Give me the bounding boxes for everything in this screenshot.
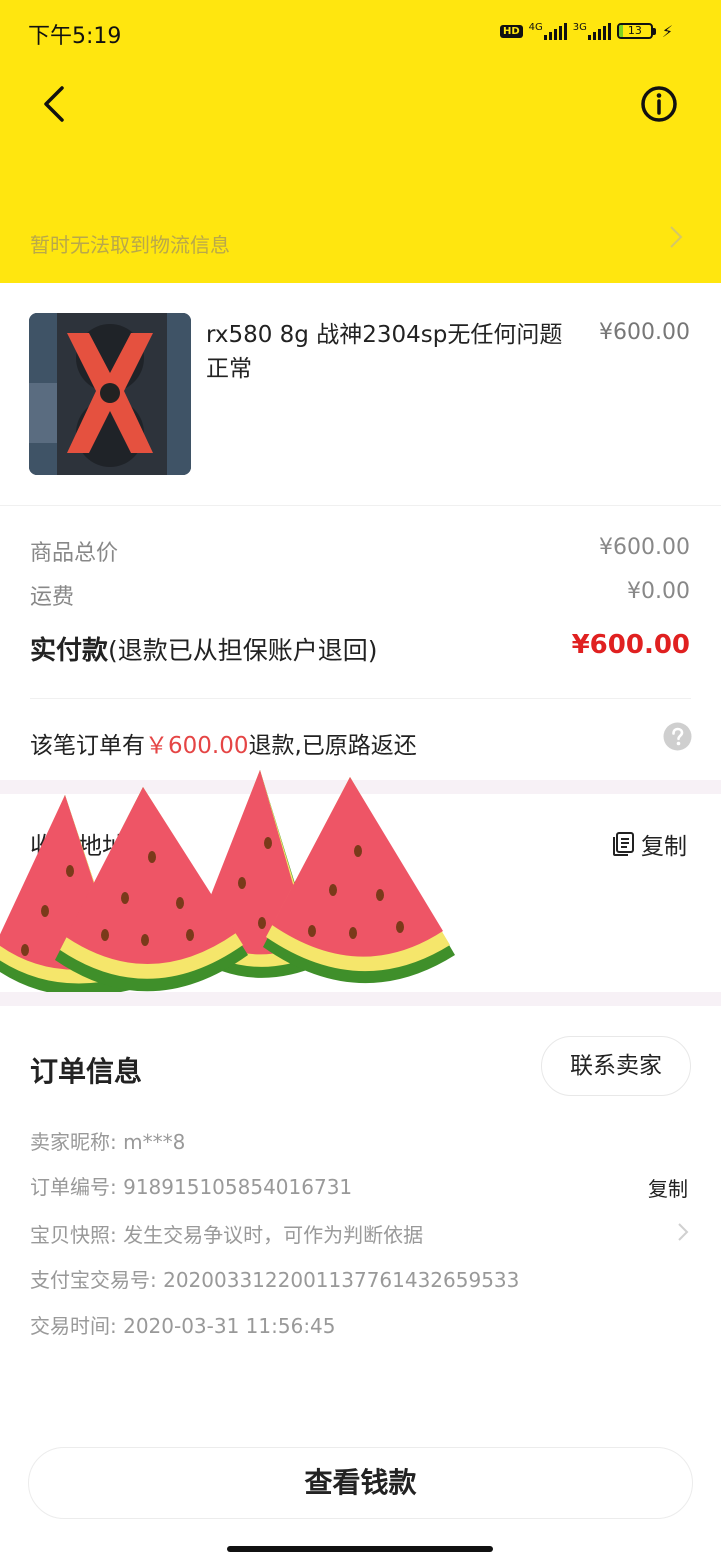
signal-bars-icon	[543, 22, 567, 40]
logistics-status: 暂时无法取到物流信息	[30, 233, 230, 257]
contact-seller-button[interactable]: 联系卖家	[541, 1036, 691, 1096]
seller-nickname: 卖家昵称: m***8	[30, 1130, 186, 1154]
info-button[interactable]	[635, 80, 683, 128]
trade-time: 交易时间: 2020-03-31 11:56:45	[30, 1314, 336, 1338]
order-info-title: 订单信息	[30, 1055, 143, 1088]
copy-order-number-button[interactable]: 复制	[648, 1173, 688, 1202]
battery-icon: 13	[616, 23, 656, 39]
paid-label: 实付款(退款已从担保账户退回)	[30, 636, 378, 666]
order-number: 订单编号: 918915105854016731	[30, 1175, 353, 1199]
charging-icon: ⚡	[661, 21, 674, 41]
info-circle-icon	[641, 86, 677, 122]
paid-amount: ¥600.00	[571, 630, 690, 660]
view-money-button[interactable]: 查看钱款	[28, 1447, 693, 1519]
goods-total-value: ¥600.00	[599, 535, 690, 560]
divider	[0, 505, 721, 506]
copy-icon	[613, 832, 634, 856]
help-icon[interactable]	[663, 722, 692, 751]
divider	[30, 698, 691, 699]
signal-4g: 4G	[529, 22, 567, 40]
goods-total-label: 商品总价	[30, 541, 119, 566]
hd-badge: HD	[500, 24, 523, 38]
home-indicator	[227, 1546, 493, 1552]
copy-address-button[interactable]: 复制	[611, 828, 687, 860]
watermelon-sticker-overlay	[0, 770, 455, 997]
signal-3g: 3G	[573, 22, 611, 40]
status-indicators: HD 4G 3G 13 ⚡	[500, 16, 673, 46]
chevron-right-icon	[670, 226, 683, 248]
shipping-label: 运费	[30, 585, 75, 610]
alipay-trade-number: 支付宝交易号: 2020033122001137761432659533	[30, 1268, 520, 1292]
section-gap	[0, 992, 721, 1006]
status-time: 下午5:19	[28, 24, 122, 49]
item-snapshot-link[interactable]: 宝贝快照: 发生交易争议时，可作为判断依据	[30, 1219, 423, 1248]
product-title[interactable]: rx580 8g 战神2304sp无任何问题 正常	[206, 318, 566, 386]
product-price: ¥600.00	[599, 320, 690, 345]
product-image[interactable]	[29, 313, 191, 475]
shipping-value: ¥0.00	[627, 579, 690, 604]
signal-bars-icon	[587, 22, 611, 40]
back-button[interactable]	[36, 80, 84, 128]
chevron-left-icon	[44, 86, 64, 122]
chevron-right-icon	[678, 1223, 689, 1241]
refund-notice: 该笔订单有￥600.00退款,已原路返还	[30, 733, 417, 759]
